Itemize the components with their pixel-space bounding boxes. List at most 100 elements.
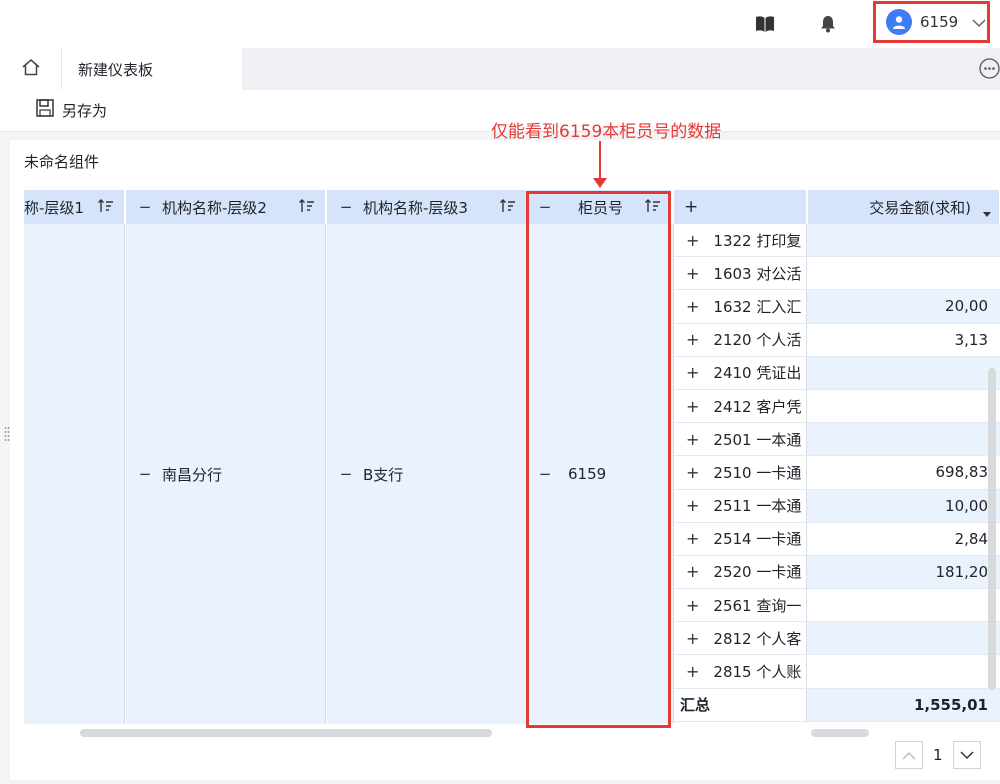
page-number: 1 — [933, 746, 943, 764]
user-menu[interactable]: 6159 — [873, 1, 990, 43]
collapse-icon[interactable]: − — [538, 465, 552, 483]
expand-icon[interactable]: + — [686, 397, 699, 416]
row-value: 698,83 — [807, 456, 1000, 489]
row-label: 2815 个人账 — [713, 663, 802, 682]
expand-icon[interactable]: + — [686, 430, 699, 449]
table-row[interactable]: +2120 个人活 3,13 — [674, 323, 1000, 357]
row-value — [807, 356, 1000, 389]
user-avatar-icon — [886, 9, 912, 35]
header-level3[interactable]: − 机构名称-层级3 — [327, 190, 527, 224]
home-icon — [21, 58, 41, 80]
expand-icon[interactable]: + — [686, 662, 699, 681]
transaction-rows: +1322 打印复 +1603 对公活 +1632 汇入汇 20,00 +2120… — [674, 224, 1000, 722]
table-row[interactable]: +1632 汇入汇 20,00 — [674, 290, 1000, 324]
expand-icon[interactable]: + — [686, 629, 699, 648]
header-teller[interactable]: − 柜员号 — [528, 190, 672, 224]
next-page-button[interactable] — [952, 741, 981, 769]
row-label: 2120 个人活 — [713, 331, 802, 350]
collapse-icon[interactable]: − — [138, 465, 152, 483]
row-value: 3,13 — [807, 323, 1000, 356]
collapse-icon[interactable]: − — [339, 465, 353, 483]
tab-label: 新建仪表板 — [78, 60, 154, 79]
annotation-arrow — [599, 141, 601, 181]
save-icon — [36, 99, 54, 121]
row-label: 1632 汇入汇 — [713, 297, 802, 316]
expand-icon[interactable]: + — [686, 231, 699, 250]
row-value — [807, 389, 1000, 423]
level1-cell — [24, 224, 125, 724]
table-row[interactable]: +2501 一本通 — [674, 423, 1000, 457]
row-label: 2412 客户凭 — [713, 397, 802, 416]
expand-icon[interactable]: + — [686, 463, 699, 482]
username: 6159 — [920, 13, 959, 31]
expand-icon[interactable]: + — [686, 297, 699, 316]
header-level1[interactable]: 称-层级1 — [24, 190, 125, 224]
row-value — [807, 589, 1000, 622]
header-transaction[interactable]: + — [674, 190, 807, 224]
table-row[interactable]: +1322 打印复 — [674, 224, 1000, 258]
row-value — [807, 423, 1000, 456]
tab-new-dashboard[interactable]: 新建仪表板 — [62, 48, 242, 90]
table-row[interactable]: +2520 一卡通 181,20 — [674, 555, 1000, 590]
table-row[interactable]: +2412 客户凭 — [674, 389, 1000, 424]
row-label: 2812 个人客 — [713, 629, 802, 648]
vertical-scrollbar[interactable] — [988, 368, 996, 690]
sort-icon[interactable] — [299, 199, 315, 217]
horizontal-scrollbar[interactable] — [80, 729, 492, 737]
table-row[interactable]: +2561 查询一 — [674, 589, 1000, 623]
sort-icon[interactable] — [98, 199, 114, 217]
more-icon[interactable] — [979, 58, 1000, 79]
row-label: 1322 打印复 — [713, 231, 802, 250]
chevron-down-icon — [972, 13, 986, 32]
expand-icon[interactable]: + — [686, 264, 699, 283]
table-row[interactable]: +2514 一卡通 2,84 — [674, 522, 1000, 556]
teller-value: 6159 — [568, 465, 607, 483]
dropdown-caret-icon[interactable] — [983, 204, 991, 222]
save-as-button[interactable]: 另存为 — [36, 99, 107, 121]
collapse-icon[interactable]: − — [138, 198, 152, 216]
expand-icon[interactable]: + — [686, 496, 699, 515]
table-row[interactable]: +2510 一卡通 698,83 — [674, 456, 1000, 490]
book-icon[interactable] — [753, 12, 777, 36]
row-label: 2510 一卡通 — [713, 463, 802, 482]
row-value: 20,00 — [807, 290, 1000, 323]
expand-icon[interactable]: + — [684, 197, 698, 217]
bell-icon[interactable] — [816, 12, 840, 36]
row-value: 10,00 — [807, 489, 1000, 522]
table-row[interactable]: +1603 对公活 — [674, 257, 1000, 291]
widget-title: 未命名组件 — [24, 153, 100, 171]
table-row[interactable]: +2511 一本通 10,00 — [674, 489, 1000, 523]
row-label: 1603 对公活 — [713, 264, 802, 283]
level3-cell: − B支行 — [327, 224, 527, 724]
row-label: 2501 一本通 — [713, 430, 802, 449]
annotation-text: 仅能看到6159本柜员号的数据 — [491, 122, 722, 142]
expand-icon[interactable]: + — [686, 330, 699, 349]
resize-handle[interactable] — [4, 426, 10, 444]
horizontal-scrollbar-right[interactable] — [811, 729, 869, 737]
expand-icon[interactable]: + — [686, 596, 699, 615]
table-row[interactable]: +2410 凭证出 — [674, 356, 1000, 390]
expand-icon[interactable]: + — [686, 562, 699, 581]
sort-icon[interactable] — [645, 199, 661, 217]
expand-icon[interactable]: + — [686, 529, 699, 548]
row-value: 2,84 — [807, 522, 1000, 555]
header-level2[interactable]: − 机构名称-层级2 — [126, 190, 326, 224]
prev-page-button[interactable] — [895, 741, 923, 769]
total-label: 汇总 — [674, 688, 807, 721]
home-tab[interactable] — [0, 48, 62, 90]
row-value — [807, 224, 1000, 257]
top-bar: 6159 — [0, 0, 1000, 48]
expand-icon[interactable]: + — [686, 363, 699, 382]
sort-icon[interactable] — [500, 199, 516, 217]
header-amount[interactable]: 交易金额(求和) — [808, 190, 1000, 224]
total-row: 汇总 1,555,01 — [674, 688, 1000, 722]
collapse-icon[interactable]: − — [339, 198, 353, 216]
collapse-icon[interactable]: − — [538, 198, 552, 216]
total-value: 1,555,01 — [807, 688, 1000, 721]
table-row[interactable]: +2812 个人客 — [674, 622, 1000, 656]
table-row[interactable]: +2815 个人账 — [674, 655, 1000, 689]
teller-cell: − 6159 — [528, 224, 674, 724]
level3-value: B支行 — [363, 465, 404, 484]
annotation-arrowhead — [593, 178, 607, 188]
header-label: 机构名称-层级2 — [162, 198, 267, 217]
